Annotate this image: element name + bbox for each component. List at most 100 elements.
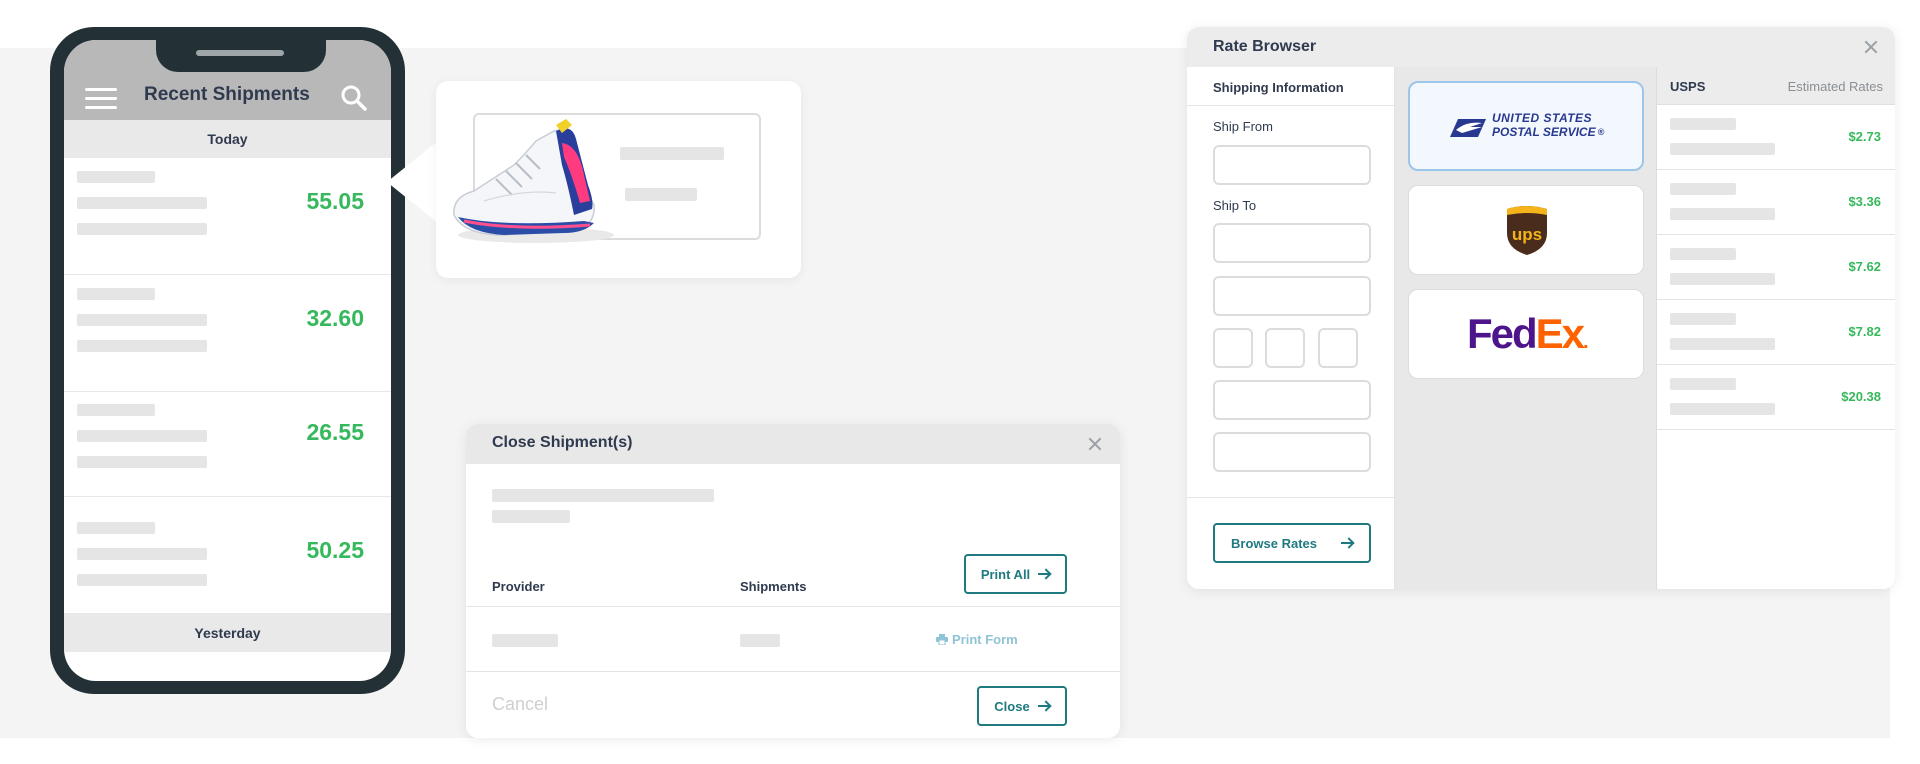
rate-value: $7.62 [1848, 259, 1881, 274]
placeholder-bar [492, 634, 558, 647]
ship-to-phone-field[interactable] [1213, 380, 1371, 420]
usps-line-2-wrap: POSTAL SERVICE ® [1492, 125, 1604, 139]
print-form-label: Print Form [952, 632, 1018, 647]
card-pointer [387, 140, 439, 224]
rate-browser-title: Rate Browser [1213, 38, 1317, 55]
placeholder-bar [1670, 208, 1775, 220]
phone-title: Recent Shipments [144, 84, 310, 105]
placeholder-bar [1670, 313, 1736, 325]
shipment-row[interactable]: 50.25 [64, 497, 391, 614]
placeholder-bar [1670, 273, 1775, 285]
print-all-label: Print All [980, 566, 1031, 582]
ship-to-name-field[interactable] [1213, 223, 1371, 263]
shipment-amount: 50.25 [306, 537, 364, 563]
ship-to-email-field[interactable] [1213, 432, 1371, 472]
placeholder-bar [77, 223, 207, 235]
phone-screen: Recent Shipments Today 55.05 32.60 26.55… [64, 40, 391, 681]
placeholder-bar [77, 574, 207, 586]
ship-to-zip-field[interactable] [1318, 328, 1358, 368]
today-section-header: Today [64, 120, 391, 158]
dialog-header: Close Shipment(s) [466, 424, 1120, 464]
shipping-info-panel: Shipping Information Ship From Ship To B… [1187, 67, 1395, 589]
print-all-button[interactable]: Print All [964, 554, 1067, 594]
rate-value: $20.38 [1841, 389, 1881, 404]
fedex-dot: . [1583, 331, 1588, 353]
shipment-row[interactable]: 32.60 [64, 275, 391, 392]
close-shipments-dialog: Close Shipment(s) Provider Shipments Pri… [466, 424, 1120, 738]
rate-browser-window: Rate Browser Shipping Information Ship F… [1187, 27, 1895, 589]
provider-column-header: Provider [492, 579, 545, 594]
ship-to-state-field[interactable] [1265, 328, 1305, 368]
rates-header: USPS Estimated Rates [1657, 67, 1895, 105]
placeholder-bar [77, 404, 155, 416]
print-form-link[interactable]: Print Form [936, 632, 1018, 647]
rate-row[interactable]: $7.62 [1657, 235, 1895, 300]
placeholder-bar [1670, 143, 1775, 155]
placeholder-bar [77, 288, 155, 300]
cancel-button[interactable]: Cancel [492, 694, 548, 715]
rate-browser-header: Rate Browser [1187, 27, 1895, 67]
usps-registered-mark: ® [1597, 127, 1605, 137]
carrier-list: UNITED STATES POSTAL SERVICE ® ups FedEx. [1395, 67, 1657, 589]
rate-row[interactable]: $3.36 [1657, 170, 1895, 235]
placeholder-bar [1670, 378, 1736, 390]
yesterday-section-header: Yesterday [64, 614, 391, 652]
carrier-card-fedex[interactable]: FedEx. [1408, 289, 1644, 379]
browse-rates-label: Browse Rates [1231, 535, 1317, 551]
rate-value: $3.36 [1848, 194, 1881, 209]
fedex-ex: Ex [1535, 310, 1585, 357]
placeholder-bar [77, 314, 207, 326]
browse-rates-button[interactable]: Browse Rates [1213, 523, 1371, 563]
rate-row[interactable]: $2.73 [1657, 105, 1895, 170]
hamburger-icon[interactable] [85, 88, 117, 110]
fedex-wordmark: FedEx. [1467, 310, 1588, 366]
placeholder-bar [1670, 403, 1775, 415]
shipments-column-header: Shipments [740, 579, 807, 594]
shipment-row[interactable]: 55.05 [64, 158, 391, 275]
usps-line-2: POSTAL SERVICE [1492, 125, 1596, 139]
ship-from-field[interactable] [1213, 145, 1371, 185]
close-icon[interactable] [1864, 40, 1878, 54]
divider [466, 671, 1120, 672]
fedex-fed: Fed [1467, 310, 1538, 357]
sneaker-image [453, 119, 614, 243]
rates-carrier-name: USPS [1670, 79, 1706, 94]
rate-value: $7.82 [1848, 324, 1881, 339]
printer-icon [936, 634, 948, 645]
shipment-row[interactable]: 26.55 [64, 392, 391, 497]
shipping-info-heading: Shipping Information [1213, 80, 1344, 95]
carrier-card-usps[interactable]: UNITED STATES POSTAL SERVICE ® [1408, 81, 1644, 171]
usps-wordmark: UNITED STATES POSTAL SERVICE ® [1492, 111, 1604, 139]
divider [466, 606, 1120, 607]
ship-to-address-field[interactable] [1213, 276, 1371, 316]
close-icon[interactable] [1088, 437, 1102, 451]
rate-row[interactable]: $7.82 [1657, 300, 1895, 365]
close-button[interactable]: Close [977, 686, 1067, 726]
placeholder-bar [1670, 118, 1736, 130]
placeholder-bar [77, 171, 155, 183]
placeholder-bar [1670, 248, 1736, 260]
estimated-rates-label: Estimated Rates [1787, 79, 1883, 94]
placeholder-bar [77, 522, 155, 534]
phone-frame: Recent Shipments Today 55.05 32.60 26.55… [50, 27, 405, 694]
rates-panel: USPS Estimated Rates $2.73 $3.36 $7.62 $… [1657, 67, 1895, 589]
ups-shield-icon: ups [1507, 206, 1547, 255]
ups-text: ups [1512, 225, 1542, 244]
search-icon[interactable] [340, 84, 368, 112]
carrier-card-ups[interactable]: ups [1408, 185, 1644, 275]
placeholder-bar [492, 510, 570, 523]
ship-to-city-field[interactable] [1213, 328, 1253, 368]
placeholder-bar [740, 634, 780, 647]
placeholder-bar [625, 188, 697, 201]
usps-eagle-icon [1450, 119, 1486, 137]
close-label: Close [994, 698, 1030, 714]
shipment-amount: 32.60 [306, 305, 364, 331]
arrow-right-icon [1341, 537, 1353, 549]
shipment-amount: 26.55 [306, 419, 364, 445]
rate-row[interactable]: $20.38 [1657, 365, 1895, 430]
ship-to-label: Ship To [1213, 198, 1257, 213]
placeholder-bar [77, 430, 207, 442]
arrow-right-icon [1038, 568, 1050, 580]
shipment-amount: 55.05 [306, 188, 364, 214]
rate-value: $2.73 [1848, 129, 1881, 144]
